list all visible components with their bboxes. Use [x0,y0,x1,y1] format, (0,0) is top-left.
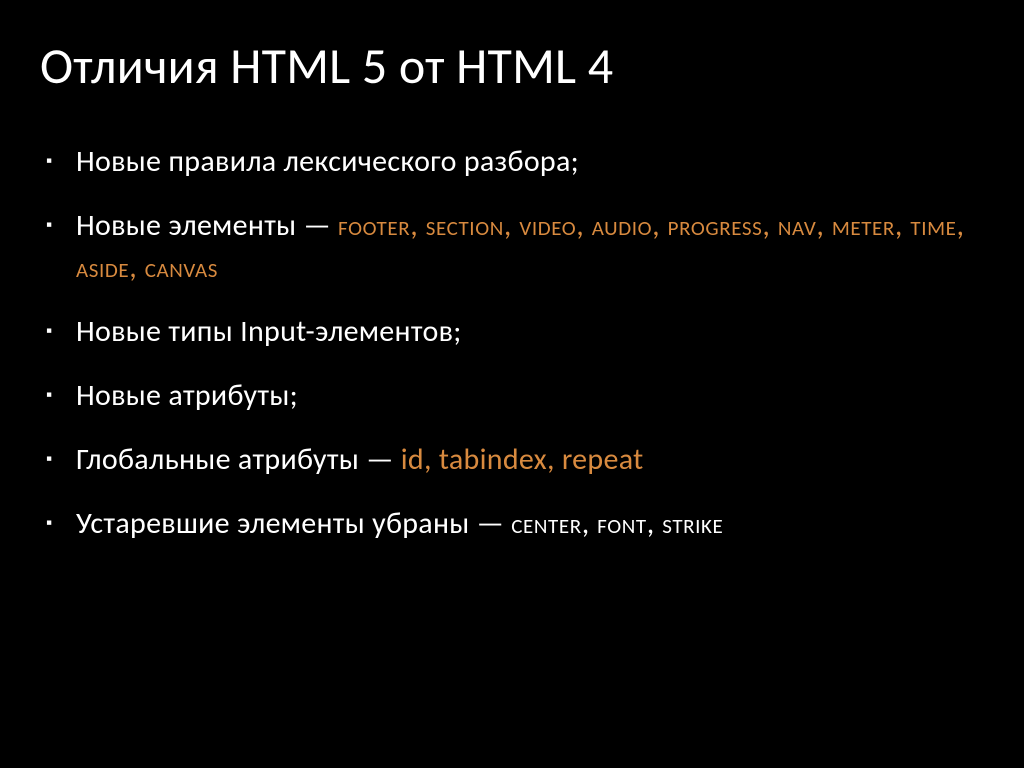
bullet-text: Новые атрибуты; [76,377,298,414]
bullet-list: Новые правила лексического разбора; Новы… [40,141,984,545]
list-item: Новые элементы — Footer, Section, Video,… [68,205,984,289]
bullet-text: Новые элементы — [76,207,338,244]
bullet-text: Новые типы Input-элементов; [76,313,462,350]
list-item: Устаревшие элементы убраны — Center, Fon… [68,503,984,545]
list-item: Глобальные атрибуты — id, tabindex, repe… [68,439,984,481]
bullet-text-smallcaps: Center, Font, Strike [511,505,723,542]
list-item: Новые правила лексического разбора; [68,141,984,183]
bullet-accent-text: id, tabindex, repeat [401,441,644,478]
list-item: Новые атрибуты; [68,375,984,417]
bullet-text: Новые правила лексического разбора; [76,143,579,180]
list-item: Новые типы Input-элементов; [68,311,984,353]
slide: Отличия HTML 5 от HTML 4 Новые правила л… [0,0,1024,768]
bullet-text: Глобальные атрибуты — [76,441,401,478]
slide-title: Отличия HTML 5 от HTML 4 [40,36,984,97]
bullet-text: Устаревшие элементы убраны — [76,505,511,542]
